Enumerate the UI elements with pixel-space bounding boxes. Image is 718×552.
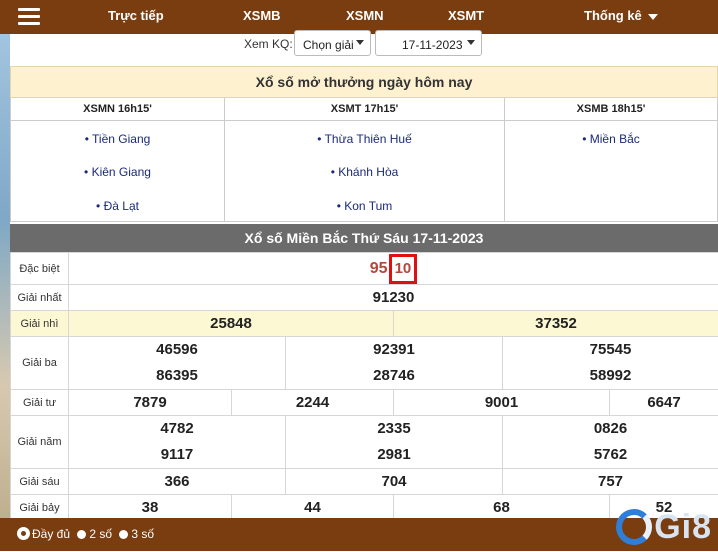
radio-icon <box>77 530 86 539</box>
station-link[interactable]: • Thừa Thiên Huế <box>225 132 504 146</box>
option-3-digits[interactable]: 3 số <box>119 527 154 541</box>
prize-value: 9001 <box>394 390 610 416</box>
prize-cell: 23352981 <box>286 416 503 469</box>
prize-value: 4782 <box>69 416 285 442</box>
prize-value: 68 <box>394 495 610 521</box>
prize-cell: 08265762 <box>503 416 718 469</box>
prize-label: Giải năm <box>11 416 69 469</box>
prize-label: Giải nhất <box>11 285 69 311</box>
date-select[interactable]: 17-11-2023 <box>375 30 482 56</box>
prize-cell: 9239128746 <box>286 337 503 390</box>
prize-value: 44 <box>232 495 394 521</box>
prize-value: 92391 <box>286 337 502 363</box>
prize-value: 86395 <box>69 363 285 389</box>
today-stations: XSMN 16h15' • Tiền Giang • Kiên Giang • … <box>10 98 718 222</box>
prize-value: 75545 <box>503 337 718 363</box>
menu-icon[interactable] <box>18 8 40 26</box>
option-full[interactable]: Đầy đủ <box>18 527 70 541</box>
nav-thong-ke-label: Thống kê <box>584 8 642 23</box>
prize-select[interactable]: Chọn giải <box>294 30 371 56</box>
prize-cell: 4659686395 <box>69 337 286 390</box>
station-link[interactable]: • Tiền Giang <box>11 132 224 146</box>
xsmb-header: XSMB 18h15' <box>505 98 717 121</box>
table-row: Giải ba 4659686395 9239128746 7554558992 <box>11 337 718 390</box>
prize-label: Giải ba <box>11 337 69 390</box>
prize-select-value: Chọn giải <box>303 38 354 52</box>
xsmn-header: XSMN 16h15' <box>11 98 224 121</box>
prize-label: Đặc biệt <box>11 253 69 285</box>
table-row: Giải năm 47829117 23352981 08265762 <box>11 416 718 469</box>
filter-row: Xem KQ: Chọn giải 17-11-2023 <box>10 34 718 64</box>
station-link[interactable]: • Miền Bắc <box>505 132 717 146</box>
logo-g-icon <box>616 509 652 545</box>
today-draw-title: Xổ số mở thưởng ngày hôm nay <box>10 66 718 98</box>
prize-value: 366 <box>69 469 286 495</box>
special-prize-suffix: 10 <box>389 254 418 284</box>
prize-value: 9117 <box>69 442 285 468</box>
logo-text: Gi8 <box>654 511 712 544</box>
table-row: Đặc biệt 9510 <box>11 253 718 285</box>
prize-value: 704 <box>286 469 503 495</box>
prize-value: 58992 <box>503 363 718 389</box>
station-link[interactable]: • Kiên Giang <box>11 165 224 179</box>
watermark-logo: Gi8 <box>616 502 712 552</box>
background-strip <box>0 0 10 551</box>
results-title: Xổ số Miền Bắc Thứ Sáu 17-11-2023 <box>10 224 718 252</box>
prize-value: 0826 <box>503 416 718 442</box>
prize-value: 7879 <box>69 390 232 416</box>
prize-value: 37352 <box>394 311 718 337</box>
nav-xsmt[interactable]: XSMT <box>448 0 484 34</box>
option-2-digits[interactable]: 2 số <box>77 527 112 541</box>
prize-label: Giải sáu <box>11 469 69 495</box>
special-prize: 9510 <box>69 253 718 285</box>
date-select-value: 17-11-2023 <box>402 38 463 52</box>
filter-label: Xem KQ: <box>244 36 293 52</box>
xsmn-column: XSMN 16h15' • Tiền Giang • Kiên Giang • … <box>11 98 225 222</box>
results-table: Đặc biệt 9510 Giải nhất 91230 Giải nhì 2… <box>10 252 718 521</box>
nav-xsmb[interactable]: XSMB <box>243 0 281 34</box>
prize-label: Giải bảy <box>11 495 69 521</box>
station-link[interactable]: • Khánh Hòa <box>225 165 504 179</box>
table-row: Giải bảy 38 44 68 52 <box>11 495 718 521</box>
prize-value: 46596 <box>69 337 285 363</box>
prize-label: Giải nhì <box>11 311 69 337</box>
prize-value: 38 <box>69 495 232 521</box>
table-row: Giải tư 7879 2244 9001 6647 <box>11 390 718 416</box>
prize-value: 6647 <box>610 390 718 416</box>
prize-value: 2335 <box>286 416 502 442</box>
xsmb-column: XSMB 18h15' • Miền Bắc <box>505 98 717 222</box>
xsmt-header: XSMT 17h15' <box>225 98 504 121</box>
prize-value: 5762 <box>503 442 718 468</box>
radio-icon <box>119 530 128 539</box>
station-link[interactable]: • Đà Lạt <box>11 199 224 213</box>
prize-label: Giải tư <box>11 390 69 416</box>
prize-value: 91230 <box>69 285 718 311</box>
chevron-down-icon <box>356 40 364 45</box>
nav-thong-ke[interactable]: Thống kê <box>584 0 658 34</box>
xsmt-column: XSMT 17h15' • Thừa Thiên Huế • Khánh Hòa… <box>225 98 505 222</box>
prize-value: 2981 <box>286 442 502 468</box>
chevron-down-icon <box>648 14 658 20</box>
top-navbar: Trực tiếp XSMB XSMN XSMT Thống kê <box>0 0 718 34</box>
prize-cell: 47829117 <box>69 416 286 469</box>
station-link[interactable]: • Kon Tum <box>225 199 504 213</box>
chevron-down-icon <box>467 40 475 45</box>
nav-truc-tiep[interactable]: Trực tiếp <box>108 0 164 34</box>
prize-cell: 7554558992 <box>503 337 718 390</box>
prize-value: 28746 <box>286 363 502 389</box>
special-prize-prefix: 95 <box>370 260 388 277</box>
prize-value: 2244 <box>232 390 394 416</box>
prize-value: 25848 <box>69 311 394 337</box>
radio-checked-icon <box>18 528 29 539</box>
table-row: Giải nhì 25848 37352 <box>11 311 718 337</box>
table-row: Giải nhất 91230 <box>11 285 718 311</box>
table-row: Giải sáu 366 704 757 <box>11 469 718 495</box>
nav-xsmn[interactable]: XSMN <box>346 0 384 34</box>
prize-value: 757 <box>503 469 718 495</box>
display-mode-bar: Đầy đủ 2 số 3 số Gi8 <box>0 518 718 551</box>
